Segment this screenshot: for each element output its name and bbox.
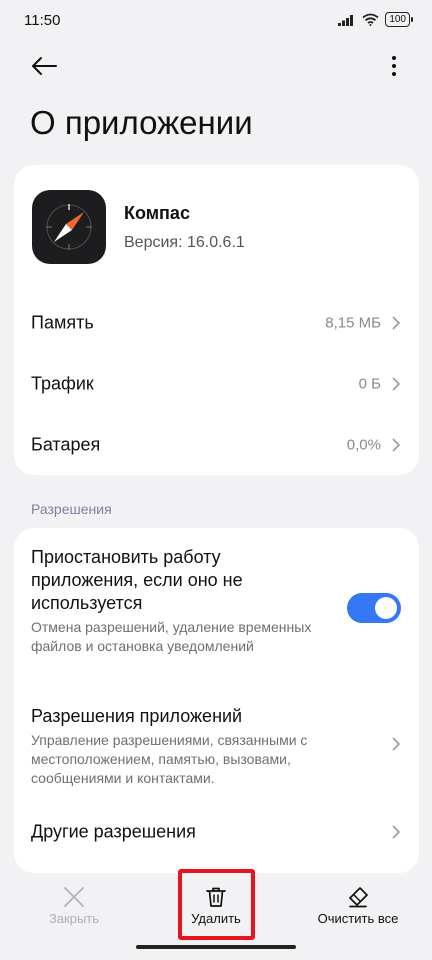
chevron-right-icon <box>392 316 401 330</box>
status-time: 11:50 <box>24 12 61 29</box>
permissions-card: Приостановить работу приложения, если он… <box>14 528 419 873</box>
app-permissions-item[interactable]: Разрешения приложений Управление разреше… <box>31 705 361 788</box>
back-button[interactable] <box>26 48 62 84</box>
signal-icon <box>338 14 354 26</box>
toggle-knob <box>375 597 397 619</box>
pause-app-desc: Отмена разрешений, удаление временных фа… <box>31 619 312 654</box>
row-value: 8,15 МБ <box>325 314 381 332</box>
page-title: О приложении <box>30 104 253 141</box>
other-permissions-title: Другие разрешения <box>31 821 196 842</box>
chevron-right-icon <box>392 377 401 391</box>
app-permissions-title: Разрешения приложений <box>31 706 243 726</box>
compass-app-icon <box>32 190 106 264</box>
chevron-right-icon <box>392 825 401 839</box>
storage-row[interactable]: Память 8,15 МБ <box>14 293 419 353</box>
pause-app-setting[interactable]: Приостановить работу приложения, если он… <box>31 546 331 656</box>
wifi-icon <box>362 13 379 26</box>
eraser-icon <box>349 887 368 908</box>
app-info-card: Компас Версия: 16.0.6.1 Память 8,15 МБ Т… <box>14 165 419 475</box>
battery-row[interactable]: Батарея 0,0% <box>14 415 419 475</box>
row-value: 0,0% <box>346 436 381 454</box>
app-version: Версия: 16.0.6.1 <box>124 233 245 251</box>
pause-app-toggle[interactable] <box>347 593 401 623</box>
row-label: Батарея <box>31 434 101 455</box>
more-options-button[interactable] <box>382 48 406 84</box>
close-label: Закрыть <box>48 911 100 926</box>
highlight-box <box>178 869 255 940</box>
row-label: Трафик <box>31 373 94 394</box>
app-name: Компас <box>124 202 190 223</box>
top-bar <box>0 40 432 88</box>
more-vertical-icon <box>392 56 396 76</box>
close-button[interactable]: Закрыть <box>2 873 146 943</box>
row-label: Память <box>31 312 94 333</box>
compass-icon <box>46 204 92 250</box>
status-bar: 11:50 100 <box>0 0 432 40</box>
row-value: 0 Б <box>358 375 381 393</box>
clear-all-label: Очистить все <box>317 911 399 926</box>
other-permissions-item[interactable]: Другие разрешения <box>14 802 419 862</box>
chevron-right-icon <box>392 438 401 452</box>
home-indicator <box>136 945 296 949</box>
battery-indicator: 100 <box>385 12 413 27</box>
arrow-left-icon <box>32 57 57 75</box>
permissions-section-label: Разрешения <box>31 501 112 517</box>
traffic-row[interactable]: Трафик 0 Б <box>14 354 419 414</box>
app-header: Компас Версия: 16.0.6.1 <box>32 190 245 264</box>
clear-all-button[interactable]: Очистить все <box>286 873 430 943</box>
app-permissions-desc: Управление разрешениями, связанными с ме… <box>31 732 308 786</box>
chevron-right-icon <box>392 737 401 751</box>
close-icon <box>64 887 84 907</box>
pause-app-title: Приостановить работу приложения, если он… <box>31 547 243 613</box>
status-icons: 100 <box>338 12 413 27</box>
